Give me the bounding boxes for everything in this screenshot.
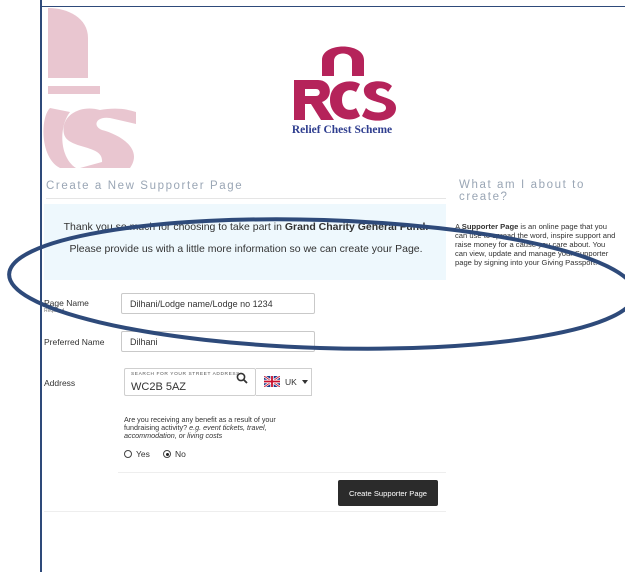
side-title: What am I about to create? xyxy=(459,179,585,203)
create-supporter-page-button[interactable]: Create Supporter Page xyxy=(338,480,438,506)
address-placeholder: SEARCH FOR YOUR STREET ADDRESS xyxy=(131,372,240,377)
rcs-logo-icon xyxy=(294,46,396,121)
side-description: A Supporter Page is an online page that … xyxy=(455,222,617,267)
thanks-banner xyxy=(44,204,446,280)
page-name-input[interactable]: Dilhani/Lodge name/Lodge no 1234 xyxy=(121,293,315,314)
benefit-yes-radio[interactable] xyxy=(124,450,132,458)
address-value: WC2B 5AZ xyxy=(131,381,187,393)
provide-text: Please provide us with a little more inf… xyxy=(69,243,423,255)
benefit-no-label[interactable]: No xyxy=(175,449,186,459)
side-prefix: A xyxy=(455,222,462,231)
title-divider xyxy=(46,198,446,199)
preferred-name-input[interactable]: Dilhani xyxy=(121,331,315,352)
footer-divider xyxy=(44,511,446,512)
page-name-label: Page Name xyxy=(44,298,89,308)
thanks-prefix: Thank you so much for choosing to take p… xyxy=(63,221,285,233)
frame-top-border xyxy=(40,6,625,7)
page-title: Create a New Supporter Page xyxy=(46,180,244,192)
address-label: Address xyxy=(44,378,76,388)
benefit-question: Are you receiving any benefit as a resul… xyxy=(124,416,304,440)
country-code: UK xyxy=(285,377,297,387)
search-icon[interactable] xyxy=(236,372,248,384)
required-label: Required xyxy=(44,308,65,314)
chevron-down-icon xyxy=(302,380,308,384)
thanks-text: Thank you so much for choosing to take p… xyxy=(46,221,446,233)
form-divider xyxy=(118,472,446,473)
side-strong: Supporter Page xyxy=(461,222,519,231)
preferred-name-label: Preferred Name xyxy=(44,337,105,347)
benefit-no-radio[interactable] xyxy=(163,450,171,458)
brand-name: Relief Chest Scheme xyxy=(291,124,393,136)
rcs-watermark-icon xyxy=(43,8,136,168)
fund-name: Grand Charity General Fund. xyxy=(284,221,429,233)
uk-flag-icon xyxy=(264,376,280,387)
benefit-yes-label[interactable]: Yes xyxy=(136,449,150,459)
